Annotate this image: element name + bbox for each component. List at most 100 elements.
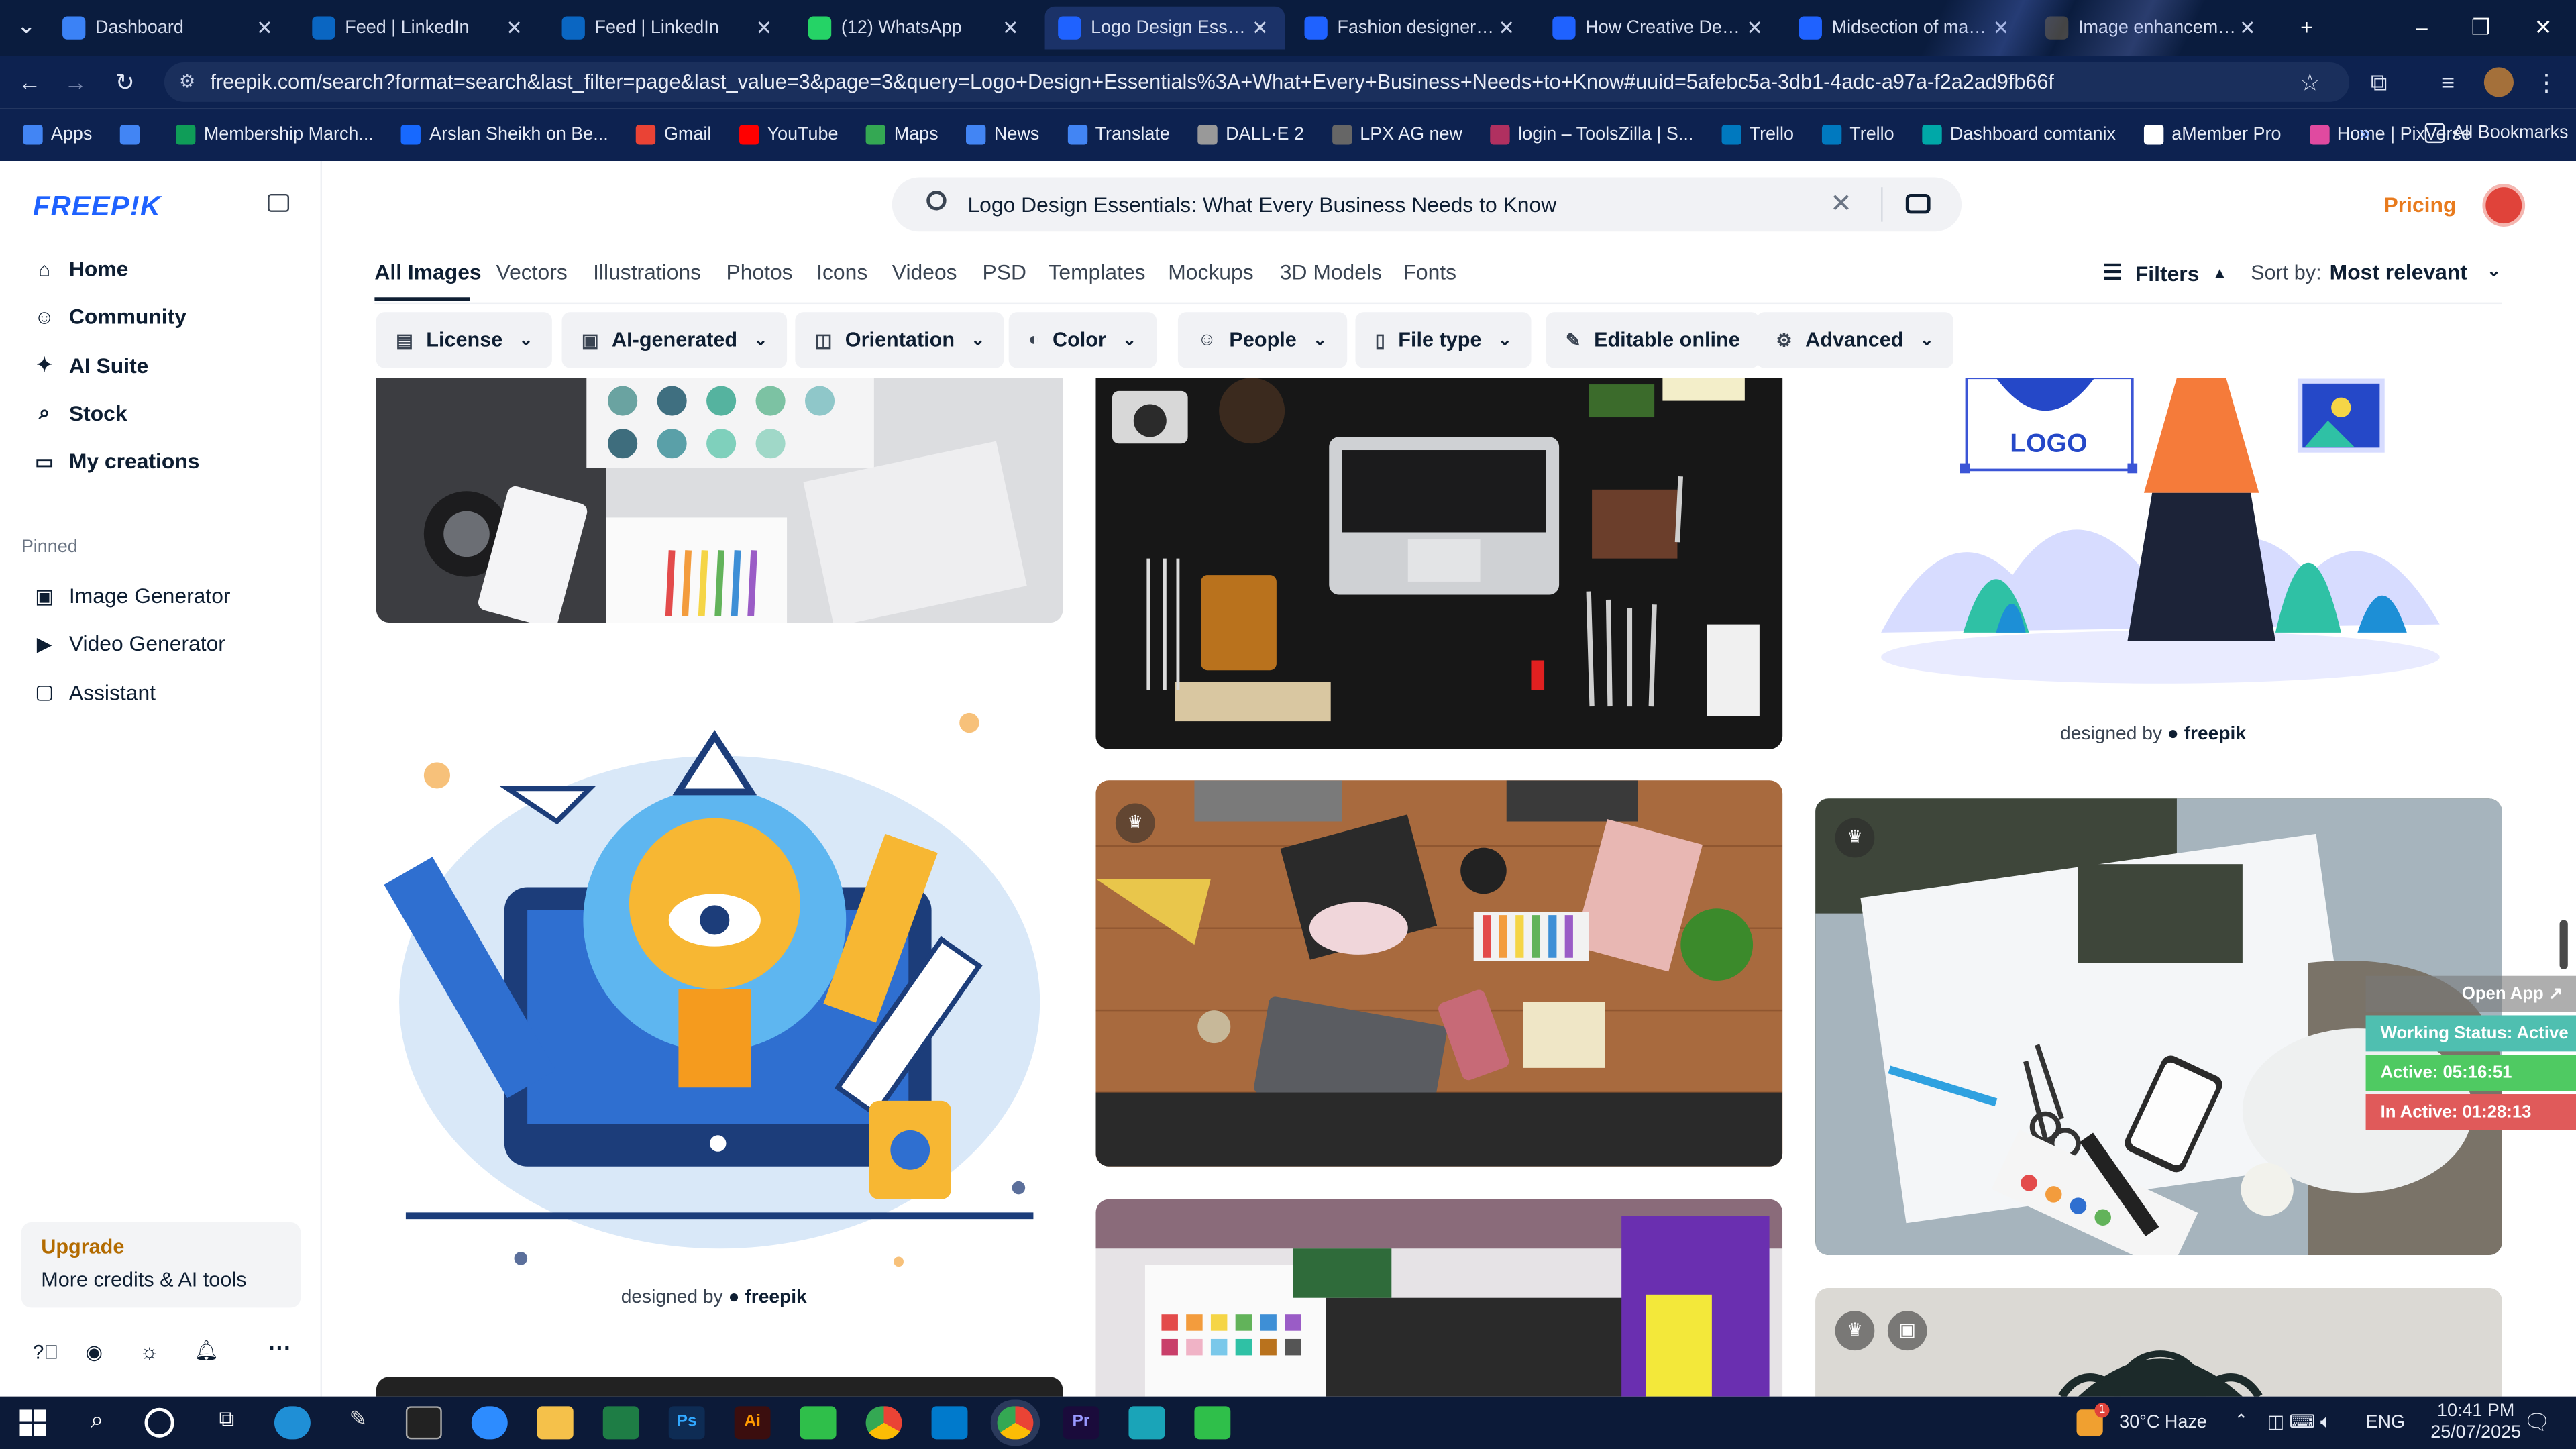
forward-icon[interactable]: → <box>59 67 92 97</box>
filter-license[interactable]: ▤ License ⌄ <box>376 312 553 368</box>
browser-tab[interactable]: (12) WhatsApp ✕ <box>795 7 1035 50</box>
image-logo-illustration[interactable]: LOGO <box>1815 378 2502 706</box>
pricing-link[interactable]: Pricing <box>2383 193 2456 217</box>
start-icon[interactable] <box>19 1409 46 1436</box>
page-scrollbar-thumb[interactable] <box>2559 920 2568 969</box>
weather-text[interactable]: 30°C Haze <box>2119 1397 2207 1449</box>
browser-menu-icon[interactable]: ⋮ <box>2530 67 2563 97</box>
pinned-item-video-generator[interactable]: ▶ Video Generator <box>33 631 225 656</box>
cortana-icon[interactable] <box>144 1407 174 1438</box>
close-tab-icon[interactable]: ✕ <box>1743 16 1766 39</box>
discord-icon[interactable]: ◉ <box>85 1340 103 1363</box>
camera-search-icon[interactable] <box>1905 193 1931 214</box>
content-tab-psd[interactable]: PSD <box>983 260 1026 284</box>
content-tab-vectors[interactable]: Vectors <box>496 260 568 284</box>
close-tab-icon[interactable]: ✕ <box>2236 16 2259 39</box>
bookmark-item[interactable]: Gmail <box>636 125 711 145</box>
image-team-desk[interactable]: ♛ <box>1095 780 1783 1167</box>
bookmark-item[interactable]: YouTube <box>739 125 838 145</box>
sidebar-item-community[interactable]: ☺ Community <box>33 305 186 329</box>
close-tab-icon[interactable]: ✕ <box>1990 16 2012 39</box>
filter-people[interactable]: ☺ People ⌄ <box>1177 312 1347 368</box>
bookmark-item[interactable]: login – ToolsZilla | S... <box>1490 125 1693 145</box>
close-tab-icon[interactable]: ✕ <box>1248 16 1271 39</box>
restore-button[interactable]: ❐ <box>2455 10 2507 46</box>
content-tab-videos[interactable]: Videos <box>892 260 957 284</box>
browser-tab[interactable]: Logo Design Essentia✕ <box>1044 6 1285 50</box>
tray-icons[interactable]: ◫ ⌨ 🔈︎ <box>2267 1397 2331 1449</box>
new-tab-button[interactable]: + <box>2280 10 2332 46</box>
site-info-icon[interactable]: ⚙ <box>179 62 195 102</box>
browser-tab[interactable]: Feed | LinkedIn ✕ <box>549 7 789 50</box>
theme-icon[interactable]: ☼ <box>140 1339 159 1364</box>
image-globe-logo[interactable]: ♛ ▣ <box>1815 1288 2502 1397</box>
chrome-icon[interactable] <box>865 1406 902 1440</box>
credit-freepik-1[interactable]: designed by ● freepik <box>2060 724 2246 744</box>
bookmark-star-icon[interactable]: ☆ <box>2294 67 2326 97</box>
chrome-active-icon[interactable] <box>997 1406 1034 1440</box>
minimize-button[interactable]: – <box>2396 10 2448 46</box>
image-partial-bottom[interactable] <box>376 1377 1063 1397</box>
close-tab-icon[interactable]: ✕ <box>502 16 525 39</box>
image-desk-flatlay[interactable] <box>376 378 1063 623</box>
tray-overflow-icon[interactable]: ⌃ <box>2235 1397 2249 1449</box>
browser-tab[interactable]: Image enhancement ✕ <box>2032 7 2272 50</box>
help-icon[interactable]: ?⃝ <box>33 1340 58 1363</box>
bookmark-item[interactable]: Maps <box>866 125 938 145</box>
edge-icon[interactable] <box>274 1406 311 1440</box>
file-explorer-icon[interactable] <box>537 1406 574 1440</box>
content-tab-mockups[interactable]: Mockups <box>1168 260 1253 284</box>
pinned-item-image-generator[interactable]: ▣ Image Generator <box>33 583 231 608</box>
terminal-icon[interactable] <box>405 1406 442 1440</box>
photoshop-icon[interactable]: Ps <box>668 1406 705 1440</box>
bookmark-item[interactable]: Apps <box>23 125 92 145</box>
excel-icon[interactable] <box>602 1406 639 1440</box>
sidebar-item-stock[interactable]: ⌕ Stock <box>33 400 127 425</box>
content-tab-all-images[interactable]: All Images <box>374 260 481 284</box>
image-creative-bulb[interactable] <box>376 690 1063 1282</box>
image-workspace-laptop[interactable] <box>1095 378 1783 749</box>
bookmark-item[interactable]: LPX AG new <box>1332 125 1462 145</box>
browser-tab[interactable]: Midsection of man u ✕ <box>1786 7 2026 50</box>
collapse-sidebar-icon[interactable] <box>268 193 290 212</box>
search-icon[interactable]: ⌕ <box>79 1406 115 1439</box>
vscode-icon[interactable] <box>931 1406 968 1440</box>
url-field[interactable]: ⚙ freepik.com/search?format=search&last_f… <box>164 62 2350 102</box>
close-tab-icon[interactable]: ✕ <box>1495 16 1518 39</box>
zoom-icon[interactable] <box>471 1406 508 1440</box>
close-tab-icon[interactable]: ✕ <box>999 16 1022 39</box>
task-view-icon[interactable]: ⧉ <box>209 1406 245 1439</box>
tab-search-icon[interactable]: ⌄ <box>10 10 43 40</box>
filter-file-type[interactable]: ▯ File type ⌄ <box>1355 312 1532 368</box>
media-control-icon[interactable]: ≡ <box>2432 67 2465 97</box>
green-app-icon[interactable] <box>800 1406 837 1440</box>
language-indicator[interactable]: ENG <box>2366 1397 2405 1449</box>
close-tab-icon[interactable]: ✕ <box>253 16 276 39</box>
browser-tab[interactable]: Dashboard ✕ <box>49 7 289 50</box>
close-window-button[interactable]: ✕ <box>2517 10 2569 46</box>
filter-editable-online[interactable]: ✎ Editable online <box>1546 312 1760 368</box>
notifications-icon[interactable]: 🗨︎ <box>2524 1397 2551 1449</box>
credit-freepik-2[interactable]: designed by ● freepik <box>621 1288 807 1307</box>
browser-tab[interactable]: How Creative Design ✕ <box>1540 7 1780 50</box>
premiere-icon[interactable]: Pr <box>1063 1406 1099 1440</box>
sidebar-item-home[interactable]: ⌂ Home <box>33 256 128 281</box>
sort-select[interactable]: Most relevant ⌄ <box>2330 260 2501 284</box>
sidebar-item-ai-suite[interactable]: ✦ AI Suite <box>33 353 149 378</box>
more-options-icon[interactable]: ⋯ <box>268 1334 290 1362</box>
profile-avatar[interactable] <box>2483 67 2514 97</box>
browser-tab[interactable]: Feed | LinkedIn ✕ <box>299 7 539 50</box>
image-designer-tablet[interactable] <box>1095 1199 1783 1397</box>
content-tab-templates[interactable]: Templates <box>1048 260 1145 284</box>
filter-ai-generated[interactable]: ▣ AI-generated ⌄ <box>561 312 788 368</box>
extensions-icon[interactable]: ⧉ <box>2363 67 2396 97</box>
content-tab-illustrations[interactable]: Illustrations <box>593 260 701 284</box>
bookmark-item[interactable]: aMember Pro <box>2143 125 2281 145</box>
bookmark-item[interactable]: Trello <box>1721 125 1794 145</box>
upgrade-card[interactable]: Upgrade More credits & AI tools <box>21 1222 301 1308</box>
content-tab-3d-models[interactable]: 3D Models <box>1280 260 1382 284</box>
bookmark-item[interactable]: Trello <box>1821 125 1894 145</box>
clock[interactable]: 10:41 PM 25/07/2025 <box>2428 1401 2524 1444</box>
freepik-logo[interactable]: FREEP!K <box>33 191 161 223</box>
reload-icon[interactable]: ↻ <box>109 67 142 97</box>
